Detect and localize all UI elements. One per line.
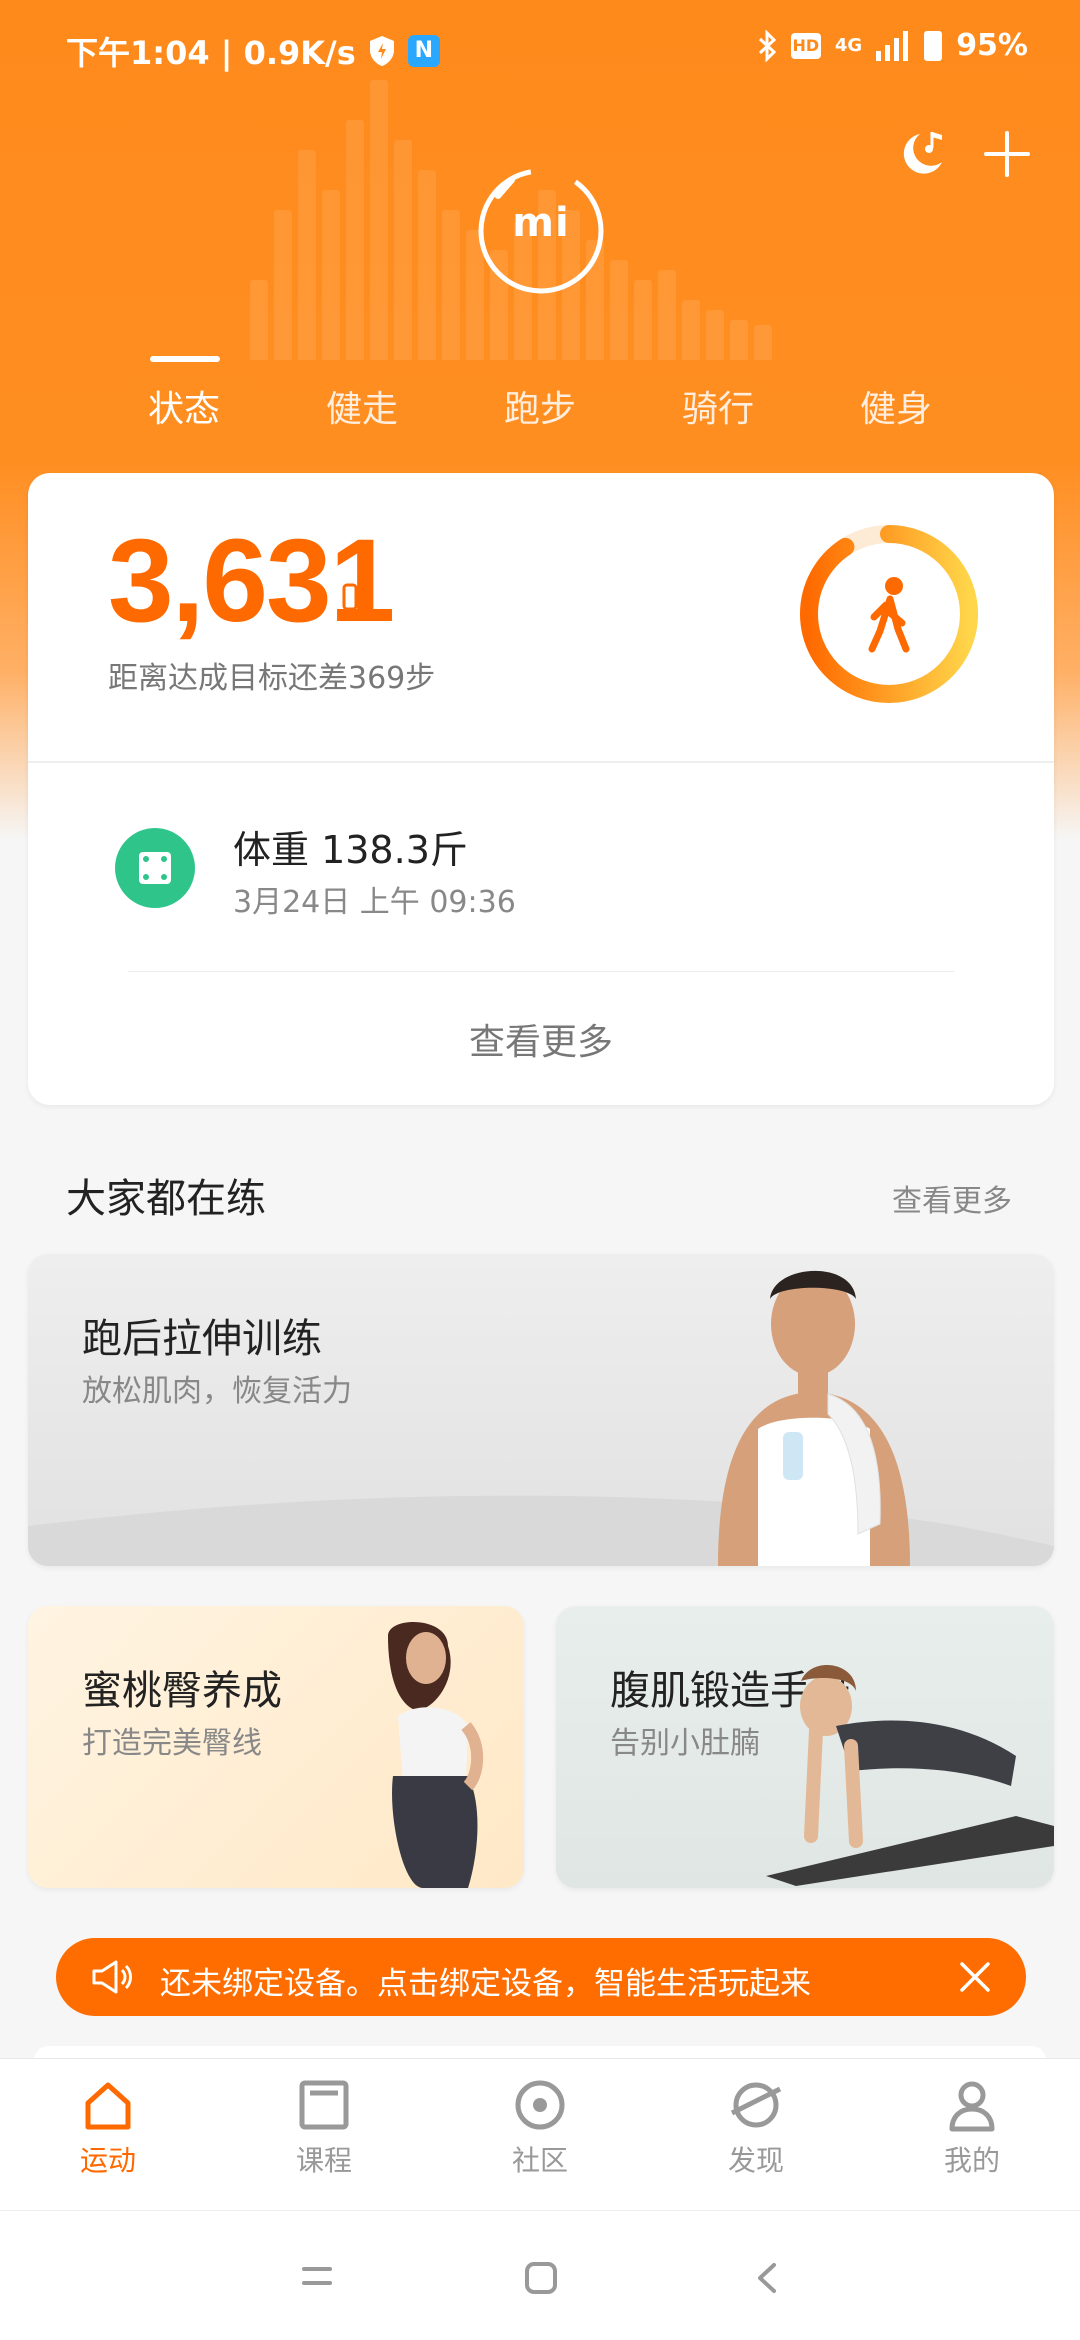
profile-icon <box>949 2081 995 2132</box>
decor-bar <box>442 210 460 360</box>
promo-card-abs[interactable]: 腹肌锻造手册 告别小肚腩 <box>556 1606 1054 1888</box>
promo-card-glutes[interactable]: 蜜桃臀养成 打造完美臀线 <box>28 1606 524 1888</box>
sport-tabs: 状态 健走 跑步 骑行 健身 <box>0 350 1080 440</box>
status-card: 3,631 距离达成目标还差369步 体重 138.3斤 3月24日 上午 09… <box>28 473 1054 1105</box>
weight-value[interactable]: 体重 138.3斤 <box>233 819 468 874</box>
home-icon <box>85 2082 131 2130</box>
home-button-icon[interactable] <box>524 2261 558 2295</box>
woman-plank-image <box>766 1664 1054 1886</box>
nav-label: 社区 <box>511 2144 568 2177</box>
promo-subtitle: 打造完美臀线 <box>82 1726 262 1761</box>
tab-fitness[interactable]: 健身 <box>836 380 956 432</box>
hd-icon: HD <box>790 32 821 59</box>
nav-sport[interactable]: 运动 <box>38 2077 178 2179</box>
promo-title: 蜜桃臀养成 <box>82 1668 282 1714</box>
decor-bar <box>322 190 340 360</box>
scale-icon <box>115 828 195 908</box>
section-see-more-link[interactable]: 查看更多 <box>892 1176 1012 1220</box>
promo-subtitle: 告别小肚腩 <box>610 1726 760 1761</box>
weight-date: 3月24日 上午 09:36 <box>233 885 516 920</box>
decor-bar <box>634 280 652 360</box>
tab-status[interactable]: 状态 <box>124 380 244 432</box>
nfc-icon: N <box>407 35 440 67</box>
network-type: 4G <box>834 35 863 56</box>
inner-divider <box>128 971 954 972</box>
nav-course[interactable]: 课程 <box>254 2077 394 2179</box>
bluetooth-icon <box>758 29 777 62</box>
steps-count[interactable]: 3,631 <box>108 513 395 649</box>
status-time-speed: 下午1:04 | 0.9K/s <box>66 34 356 72</box>
decor-bar <box>610 260 628 360</box>
nav-profile[interactable]: 我的 <box>902 2077 1042 2179</box>
discover-icon <box>730 2082 782 2128</box>
card-divider <box>28 761 1054 763</box>
nav-label: 发现 <box>727 2144 784 2177</box>
speaker-icon <box>92 1960 132 1994</box>
promo-card-stretch[interactable]: 跑后拉伸训练 放松肌肉，恢复活力 <box>28 1254 1054 1566</box>
mi-logo: mi <box>512 200 570 246</box>
card-see-more-link[interactable]: 查看更多 <box>28 1013 1054 1065</box>
community-icon <box>515 2080 565 2130</box>
tab-cycle[interactable]: 骑行 <box>658 380 778 432</box>
top-actions <box>898 128 1030 180</box>
decor-bar <box>298 150 316 360</box>
shield-icon <box>369 36 394 66</box>
step-goal-ring[interactable] <box>794 519 984 709</box>
sleep-music-icon[interactable] <box>898 128 948 180</box>
steps-remaining: 距离达成目标还差369步 <box>108 661 436 696</box>
status-bar: 下午1:04 | 0.9K/s N HD 4G 95% <box>0 0 1080 100</box>
promo-subtitle: 放松肌肉，恢复活力 <box>82 1374 352 1409</box>
battery-icon <box>924 30 943 61</box>
nav-label: 运动 <box>79 2144 136 2177</box>
close-icon[interactable] <box>956 1958 994 1996</box>
bind-device-banner[interactable]: 还未绑定设备。点击绑定设备，智能生活玩起来 <box>56 1938 1026 2016</box>
nav-discover[interactable]: 发现 <box>686 2077 826 2179</box>
nav-label: 课程 <box>295 2144 352 2177</box>
tab-run[interactable]: 跑步 <box>480 380 600 432</box>
tab-walk[interactable]: 健走 <box>302 380 422 432</box>
back-icon[interactable] <box>754 2261 780 2295</box>
decor-bar <box>370 80 388 360</box>
man-with-towel-image <box>718 1270 910 1566</box>
decor-bar <box>274 210 292 360</box>
menu-icon[interactable] <box>300 2261 334 2291</box>
nav-label: 我的 <box>943 2144 1000 2177</box>
battery-level: 95% <box>956 28 1028 63</box>
signal-icon <box>876 30 909 61</box>
decor-bar <box>658 270 676 360</box>
promo-title: 跑后拉伸训练 <box>82 1316 322 1362</box>
woman-glutes-image <box>388 1622 484 1888</box>
system-navigation-bar <box>0 2210 1080 2340</box>
phone-icon <box>342 583 358 611</box>
bottom-navigation: 运动 课程 社区 发现 我的 <box>0 2058 1080 2210</box>
decor-bar <box>394 140 412 360</box>
decor-bar <box>418 170 436 360</box>
decor-bar <box>250 280 268 360</box>
add-icon[interactable] <box>984 131 1030 177</box>
decor-bar <box>346 120 364 360</box>
walking-icon <box>868 577 910 653</box>
section-title: 大家都在练 <box>66 1176 266 1222</box>
banner-text: 还未绑定设备。点击绑定设备，智能生活玩起来 <box>160 1966 811 2002</box>
course-icon <box>299 2080 349 2130</box>
nav-community[interactable]: 社区 <box>470 2077 610 2179</box>
